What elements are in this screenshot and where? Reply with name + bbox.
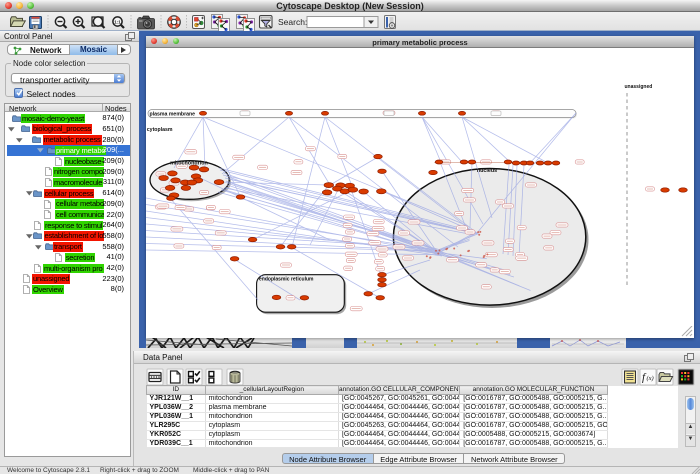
svg-text:plasma membrane: plasma membrane: [150, 112, 196, 118]
svg-text:cytoplasm: cytoplasm: [147, 127, 173, 133]
svg-text:(x): (x): [647, 375, 654, 382]
svg-text:mitochondrion: mitochondrion: [170, 161, 208, 167]
svg-text:unassigned: unassigned: [625, 84, 653, 90]
svg-text:Search:: Search:: [278, 17, 307, 27]
svg-text:1:1: 1:1: [114, 20, 121, 25]
svg-text:endoplasmic reticulum: endoplasmic reticulum: [259, 277, 314, 283]
svg-text:nucleus: nucleus: [477, 168, 497, 174]
